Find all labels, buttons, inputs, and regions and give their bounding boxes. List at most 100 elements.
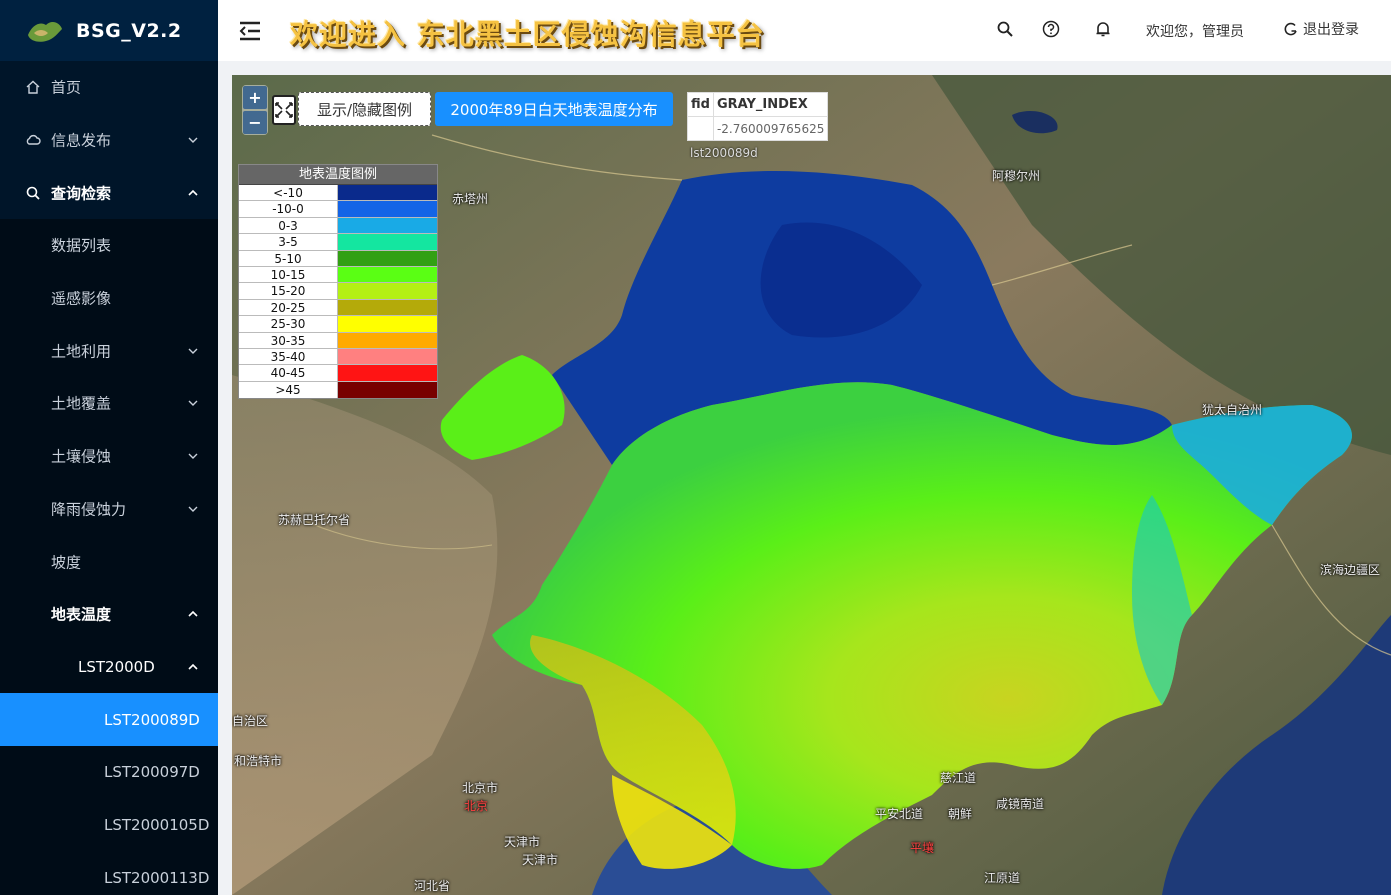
sidebar-item-query[interactable]: 查询检索 — [0, 166, 218, 219]
search-icon[interactable] — [996, 20, 1014, 38]
legend-label: >45 — [239, 381, 338, 399]
legend-row: -10-0 — [239, 201, 437, 218]
question-icon[interactable] — [1042, 20, 1060, 38]
map-container: + − 显示/隐藏图例 2000年89日白天地表温度分布 fid GRAY_IN… — [218, 61, 1391, 895]
legend-title: 地表温度图例 — [239, 165, 437, 185]
legend-swatch — [338, 332, 437, 348]
sidebar-item-label: 信息发布 — [51, 131, 112, 150]
legend-row: 15-20 — [239, 283, 437, 300]
sidebar-item-soil-erosion[interactable]: 土壤侵蚀 — [0, 429, 218, 483]
home-icon — [26, 80, 40, 95]
map-view[interactable]: + − 显示/隐藏图例 2000年89日白天地表温度分布 fid GRAY_IN… — [232, 75, 1391, 895]
brand-title: BSG_V2.2 — [76, 19, 182, 42]
sidebar-item-label: LST2000113D — [104, 868, 210, 887]
sidebar-item-label: 首页 — [51, 78, 82, 97]
info-header-fid: fid — [687, 92, 714, 117]
legend-label: 25-30 — [239, 316, 338, 332]
legend-swatch — [338, 283, 437, 299]
sidebar-item-label: 土地覆盖 — [51, 394, 112, 413]
legend-toggle-button[interactable]: 显示/隐藏图例 — [298, 92, 431, 126]
fullscreen-button[interactable] — [272, 95, 296, 125]
place-label: 犹太自治州 — [1202, 403, 1263, 417]
legend-swatch — [338, 381, 437, 399]
sidebar-item-label: LST200089D — [104, 710, 200, 729]
chevron-up-icon — [188, 663, 198, 670]
sidebar-item-lst200089d[interactable]: LST200089D — [0, 693, 218, 746]
zoom-in-button[interactable]: + — [243, 86, 267, 109]
legend-row: 3-5 — [239, 234, 437, 251]
logout-icon — [1284, 22, 1297, 35]
bell-icon[interactable] — [1094, 20, 1112, 38]
sidebar-item-data-list[interactable]: 数据列表 — [0, 219, 218, 272]
sidebar-item-lst2000113d[interactable]: LST2000113D — [0, 851, 218, 895]
sidebar-item-remote-sensing[interactable]: 遥感影像 — [0, 271, 218, 325]
legend-label: 10-15 — [239, 266, 338, 283]
layer-title-button[interactable]: 2000年89日白天地表温度分布 — [435, 92, 673, 126]
menu-fold-icon[interactable] — [238, 20, 262, 42]
legend-row: 5-10 — [239, 250, 437, 267]
place-label: 咸镜南道 — [996, 797, 1045, 811]
legend-row: 20-25 — [239, 299, 437, 317]
legend-row: >45 — [239, 381, 437, 399]
sidebar-item-home[interactable]: 首页 — [0, 61, 218, 114]
sidebar-item-lst2000d[interactable]: LST2000D — [0, 640, 218, 694]
legend-row: 25-30 — [239, 316, 437, 333]
feature-info-table: fid GRAY_INDEX -2.760009765625 — [687, 92, 829, 141]
place-label: 河北省 — [414, 879, 451, 893]
sidebar-item-land-use[interactable]: 土地利用 — [0, 324, 218, 378]
place-label: 朝鲜 — [948, 807, 973, 821]
legend-row: <-10 — [239, 185, 437, 202]
chevron-down-icon — [188, 506, 198, 512]
sidebar-item-label: 土壤侵蚀 — [51, 447, 112, 466]
sidebar-item-slope[interactable]: 坡度 — [0, 535, 218, 588]
place-label: 天津市 — [504, 835, 541, 849]
sidebar-item-surface-temperature[interactable]: 地表温度 — [0, 587, 218, 641]
sidebar-item-land-cover[interactable]: 土地覆盖 — [0, 377, 218, 430]
legend-label: 15-20 — [239, 283, 338, 299]
place-label: 平壤 — [910, 841, 935, 855]
sidebar-item-label: 数据列表 — [51, 236, 112, 255]
chevron-up-icon — [188, 189, 198, 196]
sidebar-item-label: 坡度 — [51, 553, 82, 572]
sidebar-item-lst200097d[interactable]: LST200097D — [0, 745, 218, 799]
legend-row: 10-15 — [239, 266, 437, 284]
place-label: 天津市 — [522, 853, 559, 867]
place-label: 和浩特市 — [234, 754, 283, 768]
sidebar-item-info-publish[interactable]: 信息发布 — [0, 114, 218, 167]
legend-row: 35-40 — [239, 348, 437, 366]
chevron-down-icon — [188, 400, 198, 407]
sidebar-item-rainfall-erosivity[interactable]: 降雨侵蚀力 — [0, 482, 218, 536]
logout-label: 退出登录 — [1303, 22, 1359, 38]
sidebar-item-label: 降雨侵蚀力 — [51, 500, 127, 519]
place-label: 北京 — [464, 799, 489, 813]
info-header-gray-index: GRAY_INDEX — [712, 92, 829, 117]
place-label: 滨海边疆区 — [1320, 563, 1381, 577]
chevron-down-icon — [188, 137, 198, 144]
sidebar-item-label: 地表温度 — [51, 605, 112, 624]
info-gray-index-value: -2.760009765625 — [712, 116, 829, 141]
logout-button[interactable]: 退出登录 — [1284, 19, 1359, 39]
place-label: 自治区 — [232, 714, 269, 728]
place-label: 慈江道 — [940, 771, 977, 785]
cloud-icon — [26, 134, 41, 145]
legend-label: 20-25 — [239, 299, 338, 316]
zoom-out-button[interactable]: − — [243, 111, 267, 134]
sidebar-item-label: LST2000D — [78, 657, 155, 676]
sidebar-item-lst2000105d[interactable]: LST2000105D — [0, 798, 218, 852]
info-layer-name: lst200089d — [690, 146, 758, 160]
sidebar-item-label: 遥感影像 — [51, 289, 112, 308]
legend-swatch — [338, 299, 437, 316]
temperature-legend: 地表温度图例 <-10 -10-0 0-3 3-5 5-10 10-15 15-… — [238, 164, 438, 400]
legend-swatch — [338, 217, 437, 234]
sidebar-item-label: 查询检索 — [51, 184, 112, 203]
legend-swatch — [338, 185, 437, 201]
legend-label: 40-45 — [239, 365, 338, 381]
legend-label: 0-3 — [239, 217, 338, 234]
chevron-up-icon — [188, 611, 198, 617]
legend-label: 3-5 — [239, 234, 338, 250]
legend-label: <-10 — [239, 185, 338, 201]
fullscreen-icon — [275, 102, 293, 118]
brand: BSG_V2.2 — [0, 0, 218, 61]
legend-row: 30-35 — [239, 332, 437, 349]
legend-swatch — [338, 266, 437, 283]
